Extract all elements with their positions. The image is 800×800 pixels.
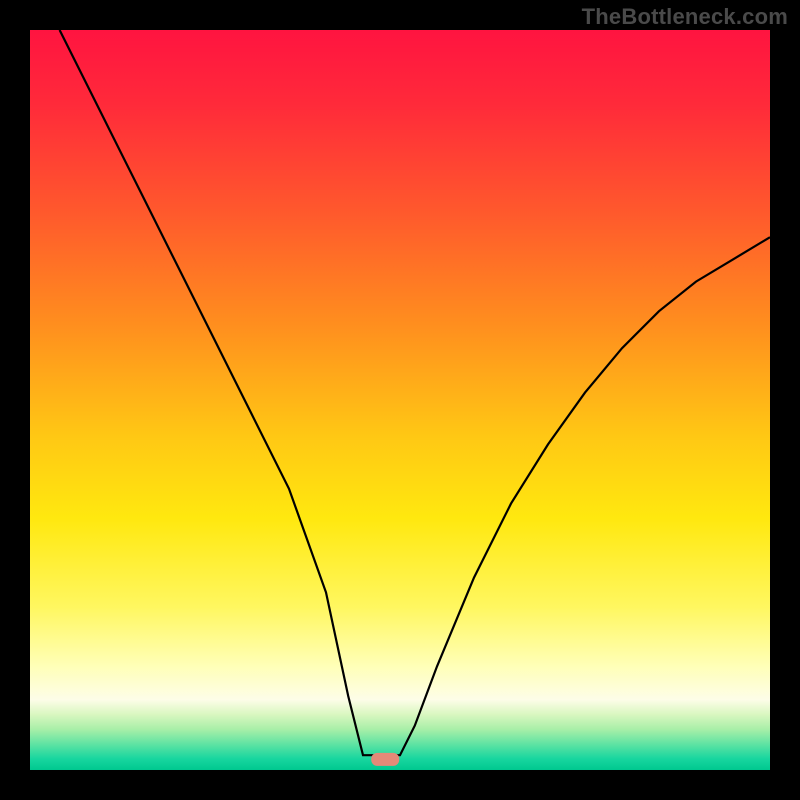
- plot-area: [30, 30, 770, 770]
- optimal-marker: [371, 753, 399, 766]
- watermark-text: TheBottleneck.com: [582, 4, 788, 30]
- gradient-background: [30, 30, 770, 770]
- bottleneck-chart: [30, 30, 770, 770]
- chart-frame: TheBottleneck.com: [0, 0, 800, 800]
